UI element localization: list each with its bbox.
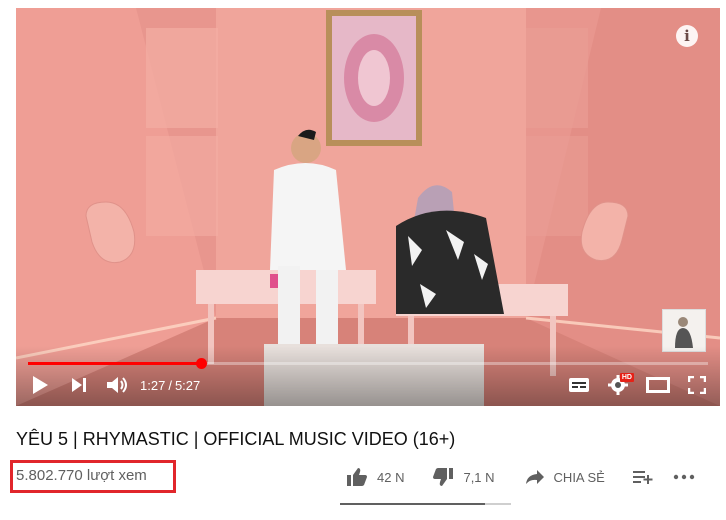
thumbs-down-icon bbox=[433, 468, 454, 486]
dislike-button[interactable]: 7,1 N bbox=[432, 467, 495, 487]
video-player[interactable]: i 1:27/5:27 HD bbox=[16, 8, 720, 406]
more-actions-button[interactable] bbox=[673, 474, 695, 480]
share-label: CHIA SẺ bbox=[553, 469, 605, 485]
share-button[interactable]: CHIA SẺ bbox=[525, 469, 605, 485]
player-controls: 1:27/5:27 HD bbox=[16, 372, 720, 398]
like-count: 42 N bbox=[377, 469, 405, 485]
settings-icon[interactable]: HD bbox=[608, 373, 634, 395]
progress-bar[interactable] bbox=[28, 358, 708, 369]
time-display: 1:27/5:27 bbox=[140, 378, 200, 393]
volume-icon[interactable] bbox=[106, 375, 128, 395]
info-icon[interactable]: i bbox=[676, 25, 698, 47]
like-button[interactable]: 42 N bbox=[346, 467, 404, 487]
more-icon bbox=[673, 474, 695, 480]
like-ratio-fill bbox=[340, 503, 486, 505]
video-actions: 42 N 7,1 N CHIA SẺ bbox=[346, 465, 695, 489]
progress-played bbox=[28, 362, 202, 365]
thumbs-up-icon bbox=[347, 468, 367, 486]
current-time: 1:27 bbox=[140, 377, 166, 393]
fullscreen-icon[interactable] bbox=[688, 376, 706, 394]
dislike-count: 7,1 N bbox=[463, 469, 495, 485]
hd-badge: HD bbox=[619, 373, 634, 382]
next-icon[interactable] bbox=[70, 376, 88, 394]
subtitles-icon[interactable] bbox=[568, 377, 590, 393]
playlist-add-icon bbox=[632, 471, 653, 484]
play-icon[interactable] bbox=[30, 374, 50, 396]
add-to-playlist-button[interactable] bbox=[632, 469, 653, 485]
like-dislike-ratio-bar bbox=[340, 503, 511, 505]
view-count: 5.802.770 lượt xem bbox=[16, 467, 147, 484]
time-separator: / bbox=[168, 377, 172, 393]
duration: 5:27 bbox=[174, 377, 201, 393]
video-title: YÊU 5 | RHYMASTIC | OFFICIAL MUSIC VIDEO… bbox=[16, 429, 456, 449]
share-icon bbox=[525, 470, 544, 484]
theater-mode-icon[interactable] bbox=[646, 377, 670, 393]
